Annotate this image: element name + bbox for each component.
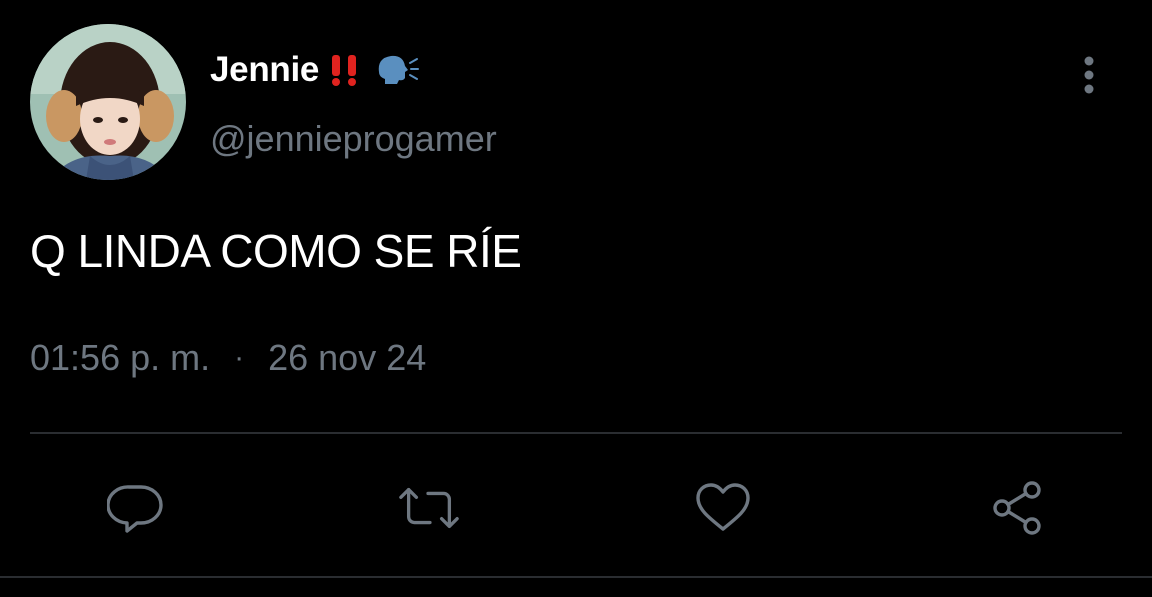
share-button[interactable] (986, 476, 1050, 540)
tweet-meta: 01:56 p. m. · 26 nov 24 (30, 337, 426, 379)
retweet-icon (399, 487, 459, 529)
tweet-date[interactable]: 26 nov 24 (268, 337, 426, 379)
retweet-button[interactable] (397, 476, 461, 540)
meta-separator: · (234, 341, 245, 374)
reply-icon (107, 485, 163, 533)
vertical-dots-icon (1084, 56, 1094, 94)
divider (30, 432, 1122, 434)
speaking-head-icon (373, 52, 420, 88)
tweet-text: Q LINDA COMO SE RÍE (30, 225, 522, 277)
share-icon (993, 481, 1041, 535)
author-handle[interactable]: @jennieprogamer (210, 118, 497, 160)
double-exclamation-icon (327, 53, 363, 87)
display-name[interactable]: Jennie (210, 50, 319, 90)
avatar[interactable] (30, 24, 186, 180)
like-icon (696, 483, 750, 531)
more-options-button[interactable] (1070, 55, 1108, 95)
reply-button[interactable] (103, 476, 167, 540)
tweet-time[interactable]: 01:56 p. m. (30, 337, 210, 379)
author-name-row[interactable]: Jennie (210, 50, 420, 90)
avatar-photo-icon (30, 24, 186, 180)
tweet-card: Jennie @jennieprogamer Q LINDA COMO SE R… (0, 0, 1152, 597)
bottom-divider (0, 576, 1152, 578)
like-button[interactable] (691, 476, 755, 540)
